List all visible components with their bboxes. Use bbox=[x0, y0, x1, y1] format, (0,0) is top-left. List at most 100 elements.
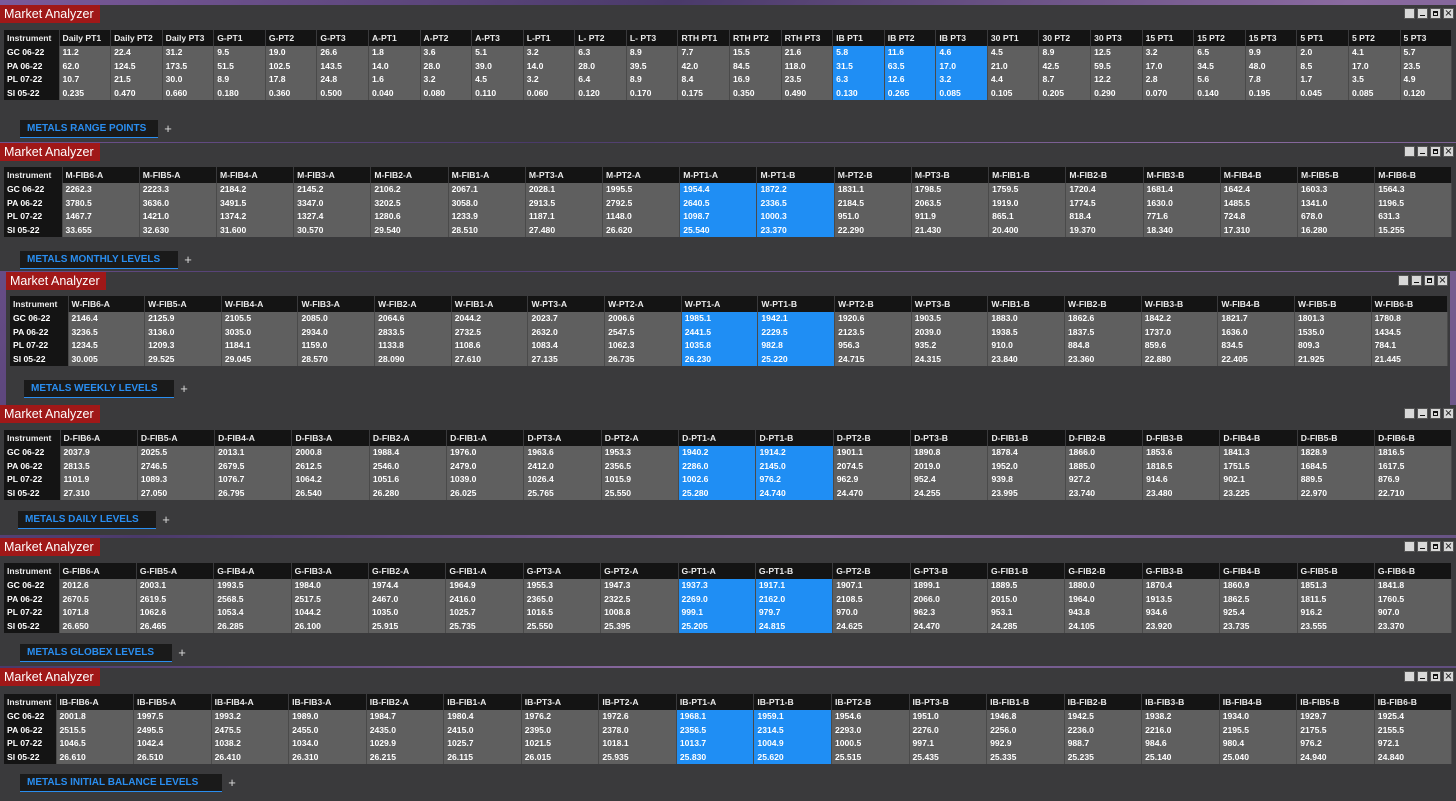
column-header-d-fib5-a[interactable]: D-FIB5-A bbox=[137, 430, 216, 446]
column-header-ib-pt3-b[interactable]: IB-PT3-B bbox=[909, 694, 988, 710]
value-cell[interactable]: 17.8 bbox=[265, 73, 318, 87]
value-cell[interactable]: 1914.2 bbox=[755, 446, 834, 460]
value-cell[interactable]: 6.4 bbox=[574, 73, 627, 87]
instrument-cell[interactable]: GC 06-22 bbox=[4, 579, 60, 593]
value-cell[interactable]: 809.3 bbox=[1294, 339, 1372, 353]
table-row[interactable]: GC 06-22 2037.9 2025.5 2013.1 2000.8 1988.4 19… bbox=[4, 446, 1453, 460]
value-cell[interactable]: 1883.0 bbox=[987, 312, 1066, 326]
column-header-ib-pt2-a[interactable]: IB-PT2-A bbox=[598, 694, 677, 710]
value-cell[interactable]: 2365.0 bbox=[523, 592, 602, 606]
table-row[interactable]: PA 06-22 62.0 124.5 173.5 51.5 102.5 143.5 14.0… bbox=[4, 59, 1453, 73]
value-cell[interactable]: 1851.3 bbox=[1297, 579, 1375, 593]
add-tab-button[interactable]: + bbox=[176, 381, 192, 397]
value-cell[interactable]: 0.045 bbox=[1296, 86, 1349, 100]
column-header-w-fib3-a[interactable]: W-FIB3-A bbox=[297, 296, 376, 312]
value-cell[interactable]: 865.1 bbox=[988, 210, 1067, 224]
column-header-w-pt1-a[interactable]: W-PT1-A bbox=[681, 296, 759, 312]
column-header-w-fib5-b[interactable]: W-FIB5-B bbox=[1294, 296, 1372, 312]
value-cell[interactable]: 26.015 bbox=[521, 750, 600, 764]
column-header-d-fib4-b[interactable]: D-FIB4-B bbox=[1219, 430, 1298, 446]
value-cell[interactable]: 1759.5 bbox=[988, 183, 1067, 197]
value-cell[interactable]: 8.9 bbox=[213, 73, 266, 87]
column-header-ib-pt1-a[interactable]: IB-PT1-A bbox=[676, 694, 755, 710]
close-icon[interactable]: × bbox=[1443, 408, 1454, 419]
value-cell[interactable]: 1862.5 bbox=[1219, 592, 1298, 606]
value-cell[interactable]: 118.0 bbox=[781, 59, 834, 73]
column-header-ib-fib3-b[interactable]: IB-FIB3-B bbox=[1141, 694, 1220, 710]
value-cell[interactable]: 0.350 bbox=[729, 86, 782, 100]
value-cell[interactable]: 1974.4 bbox=[368, 579, 447, 593]
value-cell[interactable]: 2833.5 bbox=[374, 325, 452, 339]
value-cell[interactable]: 1862.6 bbox=[1064, 312, 1142, 326]
value-cell[interactable]: 2269.0 bbox=[678, 592, 756, 606]
column-header-w-fib2-b[interactable]: W-FIB2-B bbox=[1064, 296, 1142, 312]
value-cell[interactable]: 2746.5 bbox=[137, 459, 216, 473]
value-cell[interactable]: 4.6 bbox=[935, 46, 988, 60]
column-header-g-pt2-b[interactable]: G-PT2-B bbox=[832, 563, 911, 579]
column-header-m-fib6-b[interactable]: M-FIB6-B bbox=[1374, 167, 1453, 183]
value-cell[interactable]: 1083.4 bbox=[527, 339, 606, 353]
value-cell[interactable]: 26.510 bbox=[133, 750, 212, 764]
instrument-cell[interactable]: SI 05-22 bbox=[4, 750, 57, 764]
column-header-d-pt1-a[interactable]: D-PT1-A bbox=[678, 430, 757, 446]
value-cell[interactable]: 972.1 bbox=[1374, 737, 1453, 751]
table-row[interactable]: SI 05-22 26.650 26.465 26.285 26.100 25.915 25… bbox=[4, 619, 1453, 633]
column-header-rth-pt2[interactable]: RTH PT2 bbox=[729, 30, 782, 46]
column-header-m-pt3-a[interactable]: M-PT3-A bbox=[525, 167, 604, 183]
value-cell[interactable]: 22.880 bbox=[1141, 352, 1219, 366]
value-cell[interactable]: 5.7 bbox=[1400, 46, 1453, 60]
value-cell[interactable]: 976.2 bbox=[755, 473, 834, 487]
value-cell[interactable]: 143.5 bbox=[316, 59, 369, 73]
value-cell[interactable]: 1976.0 bbox=[446, 446, 525, 460]
value-cell[interactable]: 26.6 bbox=[316, 46, 369, 60]
value-cell[interactable]: 2546.0 bbox=[369, 459, 448, 473]
value-cell[interactable]: 0.490 bbox=[781, 86, 834, 100]
value-cell[interactable]: 1642.4 bbox=[1220, 183, 1299, 197]
value-cell[interactable]: 2.8 bbox=[1142, 73, 1195, 87]
value-cell[interactable]: 1801.3 bbox=[1294, 312, 1372, 326]
restore-icon[interactable] bbox=[1404, 408, 1415, 419]
value-cell[interactable]: 2467.0 bbox=[368, 592, 447, 606]
add-tab-button[interactable]: + bbox=[224, 775, 240, 791]
value-cell[interactable]: 39.5 bbox=[626, 59, 679, 73]
value-cell[interactable]: 0.120 bbox=[1400, 86, 1453, 100]
value-cell[interactable]: 939.8 bbox=[987, 473, 1066, 487]
column-header-daily-pt2[interactable]: Daily PT2 bbox=[110, 30, 163, 46]
value-cell[interactable]: 2356.5 bbox=[601, 459, 680, 473]
value-cell[interactable]: 1064.2 bbox=[291, 473, 370, 487]
column-header-daily-pt3[interactable]: Daily PT3 bbox=[162, 30, 215, 46]
value-cell[interactable]: 1985.1 bbox=[681, 312, 759, 326]
value-cell[interactable]: 26.280 bbox=[369, 486, 448, 500]
value-cell[interactable]: 1798.5 bbox=[911, 183, 990, 197]
value-cell[interactable]: 2025.5 bbox=[137, 446, 216, 460]
column-header-ib-fib4-b[interactable]: IB-FIB4-B bbox=[1219, 694, 1298, 710]
value-cell[interactable]: 1907.1 bbox=[832, 579, 911, 593]
value-cell[interactable]: 1831.1 bbox=[834, 183, 912, 197]
value-cell[interactable]: 31.600 bbox=[216, 223, 295, 237]
table-row[interactable]: GC 06-22 2001.8 1997.5 1993.2 1989.0 1984.7 19… bbox=[4, 710, 1453, 724]
value-cell[interactable]: 2145.2 bbox=[293, 183, 372, 197]
value-cell[interactable]: 2146.4 bbox=[68, 312, 146, 326]
value-cell[interactable]: 28.0 bbox=[574, 59, 627, 73]
value-cell[interactable]: 2619.5 bbox=[136, 592, 215, 606]
value-cell[interactable]: 2517.5 bbox=[291, 592, 370, 606]
close-icon[interactable]: × bbox=[1443, 671, 1454, 682]
instrument-cell[interactable]: PL 07-22 bbox=[4, 473, 61, 487]
value-cell[interactable]: 1951.0 bbox=[909, 710, 988, 724]
value-cell[interactable]: 24.255 bbox=[910, 486, 989, 500]
value-cell[interactable]: 1955.3 bbox=[523, 579, 602, 593]
value-cell[interactable]: 999.1 bbox=[678, 606, 756, 620]
value-cell[interactable]: 970.0 bbox=[832, 606, 911, 620]
table-row[interactable]: PA 06-22 2813.5 2746.5 2679.5 2612.5 2546.0 24… bbox=[4, 459, 1453, 473]
value-cell[interactable]: 1988.4 bbox=[369, 446, 448, 460]
value-cell[interactable]: 1980.4 bbox=[443, 710, 522, 724]
table-row[interactable]: PL 07-22 1467.7 1421.0 1374.2 1327.4 1280.6 12… bbox=[4, 210, 1453, 224]
value-cell[interactable]: 1148.0 bbox=[602, 210, 681, 224]
minimize-icon[interactable] bbox=[1417, 541, 1428, 552]
column-header-g-pt2-a[interactable]: G-PT2-A bbox=[600, 563, 679, 579]
value-cell[interactable]: 876.9 bbox=[1374, 473, 1453, 487]
value-cell[interactable]: 25.040 bbox=[1219, 750, 1298, 764]
value-cell[interactable]: 1341.0 bbox=[1297, 196, 1376, 210]
value-cell[interactable]: 21.0 bbox=[987, 59, 1040, 73]
column-header-5-pt2[interactable]: 5 PT2 bbox=[1348, 30, 1401, 46]
